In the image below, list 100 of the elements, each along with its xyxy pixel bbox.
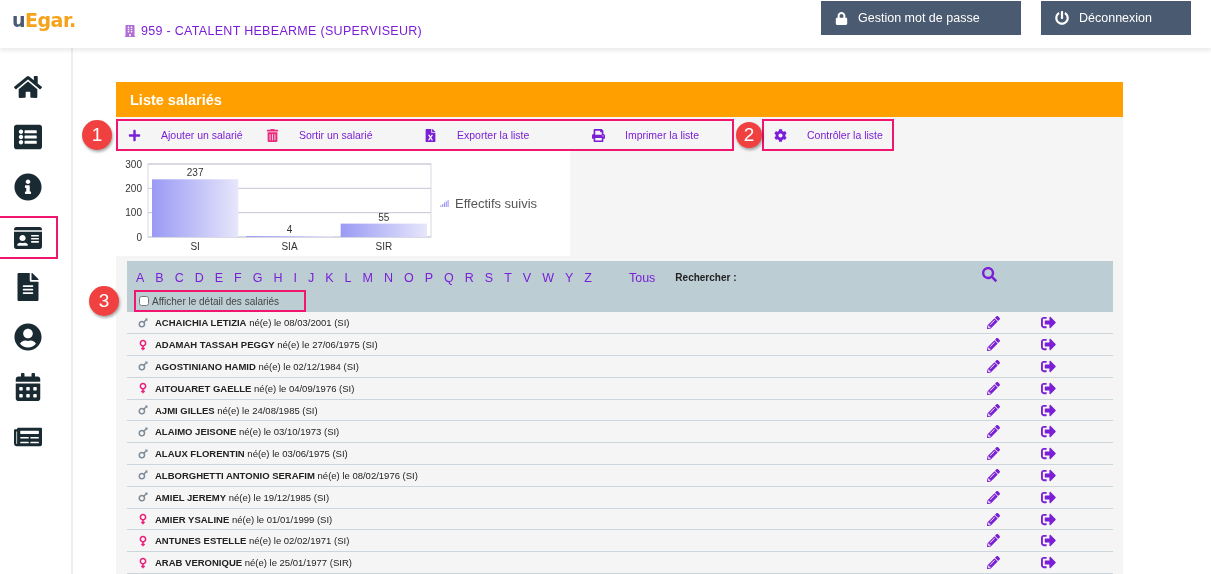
toolbar-action[interactable]: Ajouter un salarié bbox=[118, 121, 256, 150]
employee-row[interactable]: ANTUNES ESTELLE né(e) le 02/02/1971 (SI) bbox=[127, 530, 1113, 553]
bar-value-label: 4 bbox=[286, 224, 293, 236]
employee-row[interactable]: AMIEL JEREMY né(e) le 19/12/1985 (SI) bbox=[127, 486, 1113, 509]
edit-button[interactable] bbox=[987, 425, 1000, 439]
axis-tick-label: 200 bbox=[125, 183, 142, 195]
pencil-icon bbox=[987, 403, 1000, 417]
employee-row[interactable]: AMIER YSALINE né(e) le 01/01/1999 (SI) bbox=[127, 508, 1113, 531]
password-button[interactable]: Gestion mot de passe bbox=[821, 1, 1021, 35]
female-icon bbox=[137, 534, 149, 547]
employee-text: AMIER YSALINE né(e) le 01/01/1999 (SI) bbox=[155, 513, 334, 525]
letter-link[interactable]: T bbox=[504, 270, 512, 285]
edit-button[interactable] bbox=[987, 338, 1000, 352]
company-name: 959 - CATALENT HEBEARME (SUPERVISEUR) bbox=[141, 24, 423, 38]
employee-row[interactable]: AGOSTINIANO HAMID né(e) le 02/12/1984 (SI) bbox=[127, 356, 1113, 378]
category-label: SI bbox=[190, 241, 200, 253]
letter-link[interactable]: O bbox=[404, 270, 414, 285]
settings-icon bbox=[774, 128, 787, 142]
exit-button[interactable] bbox=[1041, 380, 1056, 396]
letter-link[interactable]: N bbox=[383, 270, 393, 285]
male-icon bbox=[137, 404, 149, 416]
letter-link[interactable]: J bbox=[308, 270, 315, 285]
spreadsheet-icon bbox=[424, 128, 437, 142]
employee-text: ALAUX FLORENTIN né(e) le 03/06/1975 (SI) bbox=[155, 448, 349, 460]
edit-button[interactable] bbox=[987, 447, 1000, 461]
employee-row[interactable]: ARAB VERONIQUE né(e) le 25/01/1977 (SIR) bbox=[127, 552, 1113, 574]
letter-link[interactable]: K bbox=[325, 270, 334, 285]
step-marker: 3 bbox=[89, 286, 119, 317]
sidebar-item[interactable] bbox=[0, 216, 58, 259]
letter-link[interactable]: A bbox=[136, 270, 145, 285]
employee-row[interactable]: ADAMAH TASSAH PEGGY né(e) le 27/06/1975 (SI) bbox=[127, 334, 1113, 357]
axis-tick-label: 300 bbox=[125, 158, 142, 170]
letter-link[interactable]: Q bbox=[444, 270, 454, 285]
male-icon bbox=[137, 469, 149, 482]
edit-button[interactable] bbox=[987, 381, 1000, 395]
letter-link[interactable]: L bbox=[344, 270, 352, 285]
exit-button[interactable] bbox=[1041, 315, 1056, 331]
letter-link[interactable]: V bbox=[522, 270, 532, 285]
toolbar-action[interactable]: Sortir un salarié bbox=[256, 121, 414, 150]
edit-button[interactable] bbox=[987, 468, 1000, 482]
male-icon bbox=[137, 316, 149, 329]
letter-link[interactable]: H bbox=[273, 270, 283, 285]
letter-link[interactable]: D bbox=[194, 270, 204, 285]
exit-icon bbox=[1041, 489, 1056, 505]
detail-checkbox[interactable] bbox=[139, 296, 149, 307]
plus-icon bbox=[128, 128, 141, 142]
search-button[interactable] bbox=[981, 267, 997, 283]
exit-button[interactable] bbox=[1041, 358, 1056, 374]
employee-text: ALAIMO JEISONE né(e) le 03/10/1973 (SI) bbox=[155, 426, 341, 438]
pencil-icon bbox=[987, 338, 1000, 352]
pencil-icon bbox=[987, 556, 1000, 570]
employee-text: ANTUNES ESTELLE né(e) le 02/02/1971 (SI) bbox=[155, 535, 351, 547]
legend-label: Effectifs suivis bbox=[455, 196, 538, 212]
employee-text: AITOUARET GAELLE né(e) le 04/09/1976 (SI) bbox=[155, 382, 356, 394]
edit-button[interactable] bbox=[987, 556, 1000, 570]
exit-button[interactable] bbox=[1041, 467, 1056, 483]
letter-link[interactable]: Y bbox=[564, 270, 574, 285]
employee-row[interactable]: ALAIMO JEISONE né(e) le 03/10/1973 (SI) bbox=[127, 421, 1113, 444]
letter-link[interactable]: P bbox=[424, 270, 434, 285]
toolbar-action[interactable]: Exporter la liste bbox=[414, 121, 582, 150]
letter-link[interactable]: E bbox=[214, 270, 224, 285]
exit-button[interactable] bbox=[1041, 555, 1056, 571]
edit-button[interactable] bbox=[987, 403, 1000, 417]
letter-link[interactable]: G bbox=[252, 270, 263, 285]
employee-row[interactable]: AITOUARET GAELLE né(e) le 04/09/1976 (SI) bbox=[127, 377, 1113, 400]
exit-button[interactable] bbox=[1041, 489, 1056, 505]
letter-link[interactable]: F bbox=[234, 270, 242, 285]
edit-button[interactable] bbox=[987, 512, 1000, 526]
exit-button[interactable] bbox=[1041, 337, 1056, 353]
letter-link[interactable]: C bbox=[174, 270, 184, 285]
logout-button[interactable]: Déconnexion bbox=[1041, 1, 1191, 35]
edit-button[interactable] bbox=[987, 359, 1000, 373]
letter-link[interactable]: Z bbox=[584, 270, 592, 285]
employee-text: ARAB VERONIQUE né(e) le 25/01/1977 (SIR) bbox=[155, 557, 353, 569]
letter-link[interactable]: B bbox=[155, 270, 164, 285]
pencil-icon bbox=[987, 512, 1000, 526]
panel-title: Liste salariés bbox=[116, 82, 1123, 118]
letter-link[interactable]: R bbox=[464, 270, 474, 285]
exit-button[interactable] bbox=[1041, 424, 1056, 440]
edit-button[interactable] bbox=[987, 316, 1000, 330]
employee-row[interactable]: ALBORGHETTI ANTONIO SERAFIM né(e) le 08/02/1976 (SI) bbox=[127, 465, 1113, 487]
edit-button[interactable] bbox=[987, 534, 1000, 548]
exit-icon bbox=[1041, 402, 1056, 418]
letter-link[interactable]: M bbox=[362, 270, 373, 285]
toolbar-action[interactable]: Imprimer la liste bbox=[582, 121, 732, 150]
employee-row[interactable]: ALAUX FLORENTIN né(e) le 03/06/1975 (SI) bbox=[127, 443, 1113, 465]
employee-row[interactable]: ACHAICHIA LETIZIA né(e) le 08/03/2001 (SI) bbox=[127, 312, 1113, 335]
exit-button[interactable] bbox=[1041, 446, 1056, 462]
letter-link[interactable]: I bbox=[293, 270, 297, 285]
all-link[interactable]: Tous bbox=[628, 270, 656, 285]
exit-button[interactable] bbox=[1041, 511, 1056, 527]
exit-button[interactable] bbox=[1041, 402, 1056, 418]
letter-link[interactable]: S bbox=[484, 270, 494, 285]
letter-link[interactable]: W bbox=[542, 270, 554, 285]
checkbox-label: Afficher le détail des salariés bbox=[152, 295, 280, 307]
pencil-icon bbox=[987, 359, 1000, 373]
edit-button[interactable] bbox=[987, 490, 1000, 504]
toolbar-action[interactable]: Contrôler la liste bbox=[764, 121, 892, 150]
employee-row[interactable]: AJMI GILLES né(e) le 24/08/1985 (SI) bbox=[127, 399, 1113, 422]
exit-button[interactable] bbox=[1041, 533, 1056, 549]
